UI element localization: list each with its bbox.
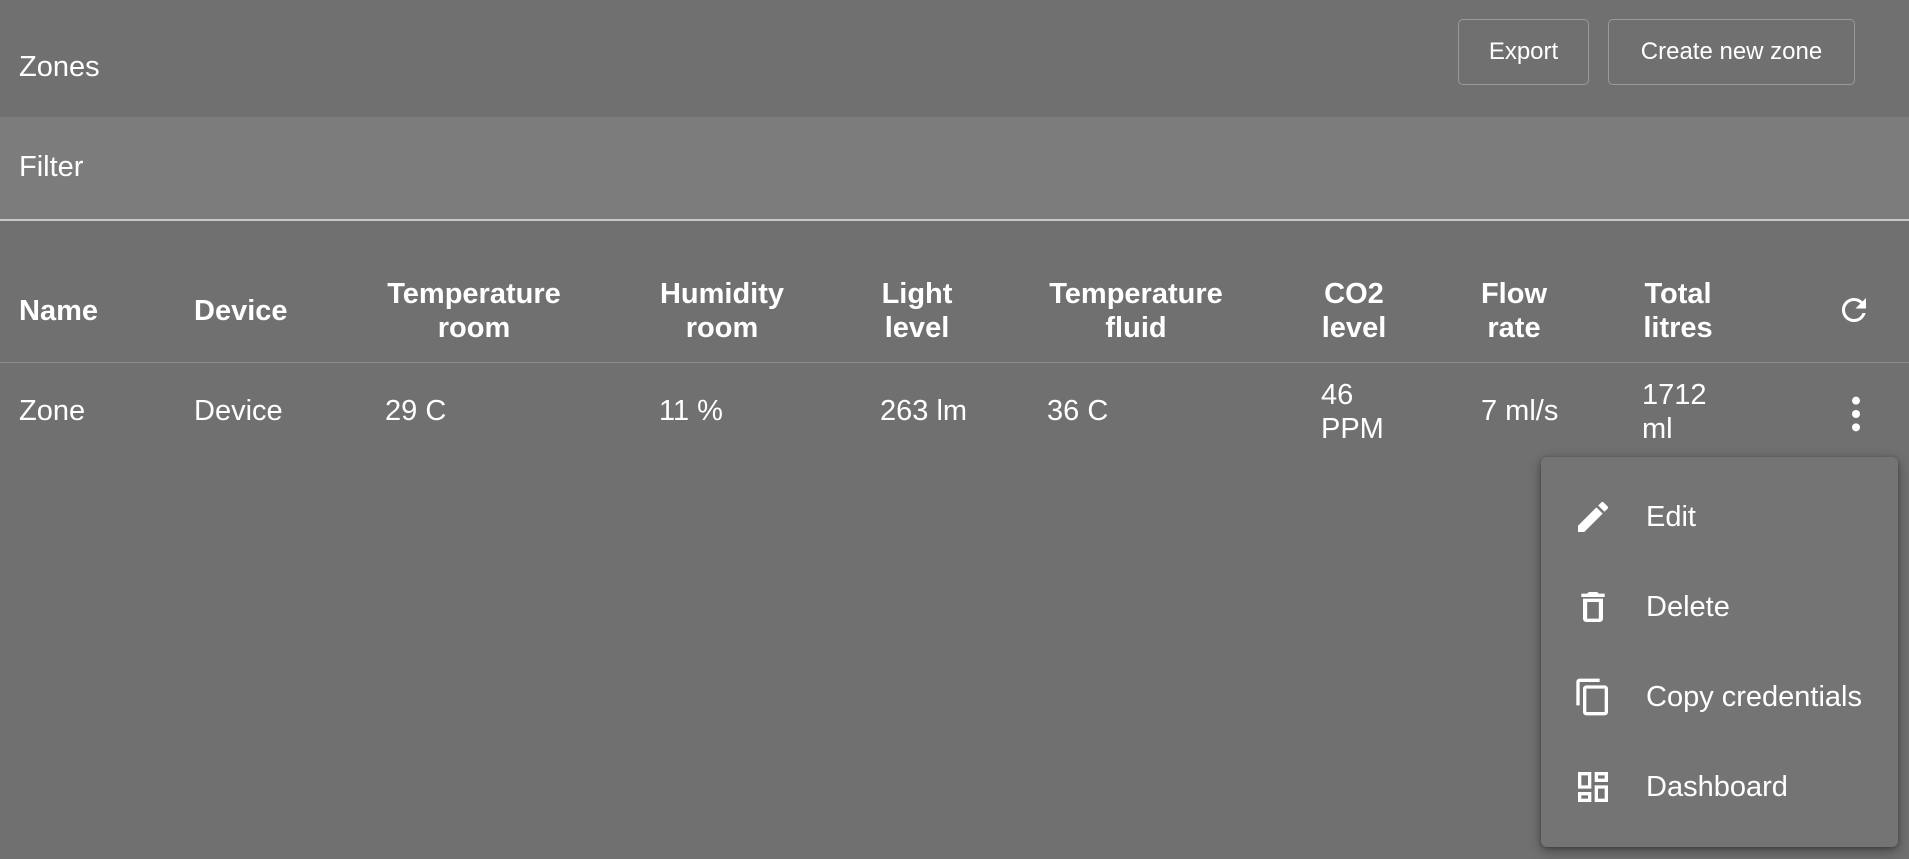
menu-item-edit[interactable]: Edit — [1541, 472, 1898, 562]
row-action-menu: Edit Delete Copy credentials Dashboard — [1541, 457, 1898, 847]
column-header-label: Device — [194, 295, 288, 327]
column-header-label: fluid — [1105, 312, 1167, 344]
column-header-label: litres — [1643, 312, 1713, 344]
dashboard-icon — [1578, 772, 1608, 802]
column-header-device[interactable]: Device — [194, 294, 288, 328]
cell-co2-unit: PPM — [1321, 413, 1384, 445]
filter-label[interactable]: Filter — [19, 150, 83, 184]
menu-item-label: Edit — [1646, 501, 1696, 533]
pencil-icon — [1578, 501, 1609, 532]
cell-name: Zone — [19, 395, 86, 427]
cell-light-level: 263 lm — [880, 395, 968, 427]
filter-bar[interactable] — [0, 117, 1909, 221]
column-header-temperature-fluid[interactable]: Temperature fluid — [1036, 277, 1236, 345]
cell-co2-level: 46 PPM — [1321, 378, 1384, 446]
copy-icon — [1576, 678, 1608, 716]
cell-temperature-room: 29 C — [385, 395, 447, 427]
column-header-label: Temperature — [387, 278, 561, 310]
menu-item-label: Copy credentials — [1646, 681, 1862, 713]
column-header-label: level — [1321, 312, 1387, 344]
column-header-label: room — [685, 312, 759, 344]
cell-humidity-room: 11 % — [659, 395, 723, 427]
cell-temperature-fluid: 36 C — [1047, 395, 1109, 427]
more-vertical-icon[interactable] — [1840, 394, 1872, 434]
page-title: Zones — [19, 51, 100, 83]
table-header-divider — [0, 362, 1909, 363]
column-header-label: Flow — [1480, 278, 1548, 310]
refresh-icon[interactable] — [1836, 292, 1872, 328]
cell-flow-rate: 7 ml/s — [1481, 395, 1559, 427]
cell-total-litres-value: 1712 — [1642, 379, 1707, 411]
column-header-label: Humidity — [659, 278, 785, 310]
column-header-label: rate — [1487, 312, 1541, 344]
trash-icon — [1581, 592, 1605, 622]
column-header-label: Total — [1644, 278, 1712, 310]
column-header-label: CO2 — [1324, 278, 1384, 310]
export-button[interactable]: Export — [1458, 19, 1589, 85]
menu-item-label: Dashboard — [1646, 771, 1788, 803]
cell-device: Device — [194, 395, 283, 427]
column-header-label: Temperature — [1049, 278, 1223, 310]
menu-item-delete[interactable]: Delete — [1541, 562, 1898, 652]
column-header-label: room — [437, 312, 511, 344]
column-header-label: Light — [881, 278, 953, 310]
column-header-flow-rate[interactable]: Flow rate — [1466, 277, 1562, 345]
cell-total-litres-unit: ml — [1642, 413, 1673, 445]
cell-co2-value: 46 — [1321, 379, 1354, 411]
column-header-label: Name — [19, 295, 98, 327]
create-zone-button[interactable]: Create new zone — [1608, 19, 1855, 85]
column-header-co2-level[interactable]: CO2 level — [1306, 277, 1402, 345]
menu-item-dashboard[interactable]: Dashboard — [1541, 742, 1898, 832]
column-header-humidity-room[interactable]: Humidity room — [642, 277, 802, 345]
cell-total-litres: 1712 ml — [1642, 378, 1707, 446]
column-header-name[interactable]: Name — [19, 294, 98, 328]
column-header-temperature-room[interactable]: Temperature room — [374, 277, 574, 345]
column-header-total-litres[interactable]: Total litres — [1626, 277, 1730, 345]
menu-item-label: Delete — [1646, 591, 1730, 623]
column-header-label: level — [884, 312, 950, 344]
menu-item-copy-credentials[interactable]: Copy credentials — [1541, 652, 1898, 742]
column-header-light-level[interactable]: Light level — [860, 277, 974, 345]
